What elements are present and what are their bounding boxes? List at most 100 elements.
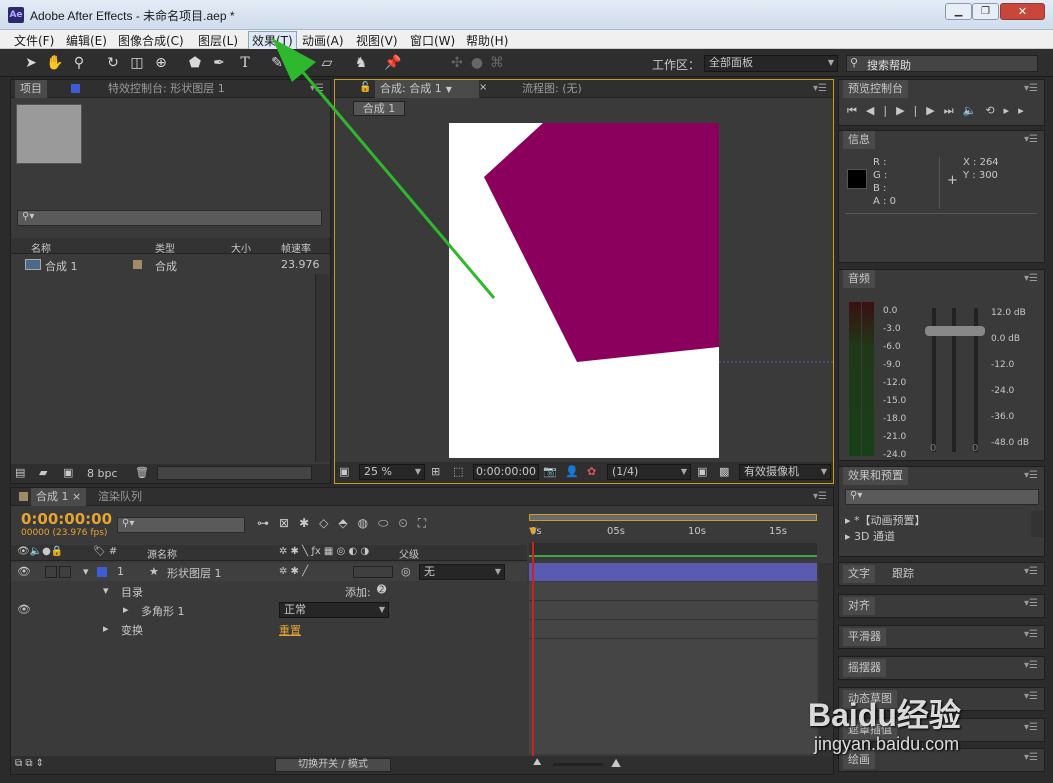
minimize-button[interactable]: ▁ <box>945 3 972 20</box>
add-label[interactable]: 添加: <box>345 584 371 600</box>
menu-item-4[interactable]: 效果(T) <box>248 31 297 50</box>
selection-tool-icon[interactable]: ➤ <box>20 52 42 74</box>
current-time-indicator[interactable] <box>532 542 534 756</box>
motion-blur-icon[interactable]: ◍ <box>358 516 378 530</box>
eye-icon[interactable]: 👁 <box>17 565 31 578</box>
first-frame-icon[interactable]: ⏮ <box>847 104 866 117</box>
mask-visibility-icon[interactable]: ⬚ <box>453 465 463 478</box>
roto-brush-tool-icon[interactable]: ♞ <box>350 52 372 74</box>
footer-icons[interactable]: ⧉ ⧉ ⇕ <box>15 758 44 769</box>
trash-icon[interactable]: 🗑 <box>135 466 149 479</box>
panel-menu-icon[interactable]: ▾☰ <box>1024 598 1038 610</box>
tab-side-4[interactable]: 摇摆器 <box>843 659 886 677</box>
tab-info[interactable]: 信息 <box>843 131 875 149</box>
brush-tool-icon[interactable]: ✎ <box>266 52 288 74</box>
solo-box[interactable] <box>45 566 57 578</box>
play-icon[interactable]: ▶ <box>896 104 913 117</box>
list-item[interactable]: 合成 1 合成 23.976 <box>11 256 321 274</box>
resolution-dropdown[interactable]: (1/4) ▼ <box>607 464 691 480</box>
shape-tool-icon[interactable]: ⬟ <box>184 52 206 74</box>
rotate-tool-icon[interactable]: ↻ <box>102 52 124 74</box>
tab-side-0[interactable]: 文字 <box>843 565 875 583</box>
project-search-input[interactable]: ⚲▾ <box>17 210 322 226</box>
menu-item-1[interactable]: 编辑(E) <box>66 32 107 49</box>
close-icon[interactable]: × <box>479 82 487 93</box>
comp-viewer[interactable] <box>335 120 833 462</box>
panel-menu-icon[interactable]: ▾☰ <box>1024 134 1038 146</box>
puppet-pin-tool-icon[interactable]: 📌 <box>382 52 404 74</box>
mode-boxes[interactable] <box>353 566 393 578</box>
show-snapshot-icon[interactable]: 👤 <box>565 465 579 478</box>
time-ruler[interactable]: 0s 05s 10s 15s ▼ <box>529 514 817 542</box>
add-arrow-icon[interactable]: ➋ <box>377 583 386 596</box>
tab-composition[interactable]: 合成: 合成 1 ▼ <box>375 80 479 98</box>
panel-menu-icon[interactable]: ▾☰ <box>1024 660 1038 672</box>
col-name[interactable]: 名称 <box>31 240 51 255</box>
close-button[interactable]: ✕ <box>1000 3 1045 20</box>
menu-item-5[interactable]: 动画(A) <box>302 32 344 49</box>
menu-item-8[interactable]: 帮助(H) <box>466 32 508 49</box>
new-comp-icon[interactable]: ▣ <box>63 466 73 479</box>
hide-shy-icon[interactable]: ◇ <box>319 516 338 530</box>
horizontal-scrollbar[interactable] <box>157 466 312 480</box>
tab-side-3[interactable]: 平滑器 <box>843 628 886 646</box>
tab-audio[interactable]: 音频 <box>843 270 875 288</box>
expand-arrow-icon[interactable]: ▸ <box>103 622 109 635</box>
col-parent[interactable]: 父级 <box>399 546 419 561</box>
comp-breadcrumb[interactable]: 合成 1 <box>353 101 405 116</box>
playhead-marker-icon[interactable]: ▼ <box>529 526 537 537</box>
transform-row[interactable]: ▸ 变换 重置 <box>11 620 527 638</box>
layer-switches[interactable]: ✲ ✱ ╱ <box>279 566 308 577</box>
live-update-icon[interactable]: ⊠ <box>279 516 299 530</box>
work-area-range[interactable] <box>529 543 817 557</box>
workspace-dropdown[interactable]: 全部面板 ▼ <box>704 55 838 72</box>
toggle-switches-modes-button[interactable]: 切换开关 / 模式 <box>275 758 391 772</box>
bpc-label[interactable]: 8 bpc <box>87 467 118 480</box>
panel-menu-icon[interactable]: ▾☰ <box>813 491 827 503</box>
timeline-search-input[interactable]: ⚲▾ <box>117 517 245 533</box>
clone-stamp-tool-icon[interactable]: ⚒ <box>290 52 312 74</box>
draft-3d-icon[interactable]: ✱ <box>299 516 319 530</box>
tab-side-2[interactable]: 对齐 <box>843 597 875 615</box>
zoom-slider[interactable] <box>553 763 603 766</box>
prev-frame-icon[interactable]: ◀| <box>866 104 896 117</box>
audio-slider-handle[interactable] <box>925 326 985 336</box>
comp-mini-flowchart-icon[interactable]: ⊶ <box>257 516 279 530</box>
snapshot-icon[interactable]: 📷 <box>543 465 557 478</box>
audio-icon[interactable]: 🔈 <box>963 104 986 117</box>
effects-item[interactable]: ▸ *【动画预置】 <box>845 512 926 528</box>
menu-item-3[interactable]: 图层(L) <box>198 32 238 49</box>
effects-item[interactable]: ▸ 3D 通道 <box>845 528 895 544</box>
zoom-out-icon[interactable]: ⛰ <box>533 757 541 768</box>
new-folder-icon[interactable]: ▰ <box>39 466 47 479</box>
project-scrollbar[interactable] <box>315 274 329 462</box>
tab-flowchart[interactable]: 流程图: (无) <box>517 80 587 98</box>
camera-tool-icon[interactable]: ◫ <box>126 52 148 74</box>
last-frame-icon[interactable]: ⏭ <box>944 104 963 117</box>
loop-icon[interactable]: ⟲ <box>985 104 1003 117</box>
menu-item-0[interactable]: 文件(F) <box>14 32 54 49</box>
expand-arrow-icon[interactable]: ▾ <box>103 584 109 597</box>
panel-menu-icon[interactable]: ▾☰ <box>1024 470 1038 482</box>
effects-scrollbar[interactable] <box>1031 511 1043 537</box>
zoom-in-icon[interactable]: ⛰ <box>611 756 621 771</box>
parent-dropdown[interactable]: 无 ▼ <box>419 564 505 580</box>
expand-arrow-icon[interactable]: ▾ <box>83 565 89 578</box>
col-type[interactable]: 类型 <box>155 240 175 255</box>
effects-search-input[interactable]: ⚲▾ <box>845 489 1039 505</box>
search-help-field[interactable]: ⚲ 搜索帮助 <box>846 55 1038 72</box>
expand-arrow-icon[interactable]: ▸ <box>123 603 129 616</box>
panel-menu-icon[interactable]: ▾☰ <box>1024 83 1038 95</box>
current-time[interactable]: 0:00:00:00 <box>21 510 112 528</box>
tab-preview[interactable]: 预览控制台 <box>843 80 908 98</box>
lock-icon[interactable]: 🔓 <box>359 82 371 93</box>
work-area-bar[interactable] <box>529 514 817 521</box>
region-of-interest-icon[interactable]: ▣ <box>697 465 707 478</box>
lock-box[interactable] <box>59 566 71 578</box>
close-icon[interactable]: × <box>72 490 81 503</box>
channel-icon[interactable]: ✿ <box>587 465 596 478</box>
graph-editor-icon[interactable]: ⏲ <box>398 516 417 530</box>
interpret-footage-icon[interactable]: ▤ <box>15 466 25 479</box>
pan-behind-tool-icon[interactable]: ⊕ <box>150 52 172 74</box>
panel-menu-icon[interactable]: ▾☰ <box>310 83 324 95</box>
